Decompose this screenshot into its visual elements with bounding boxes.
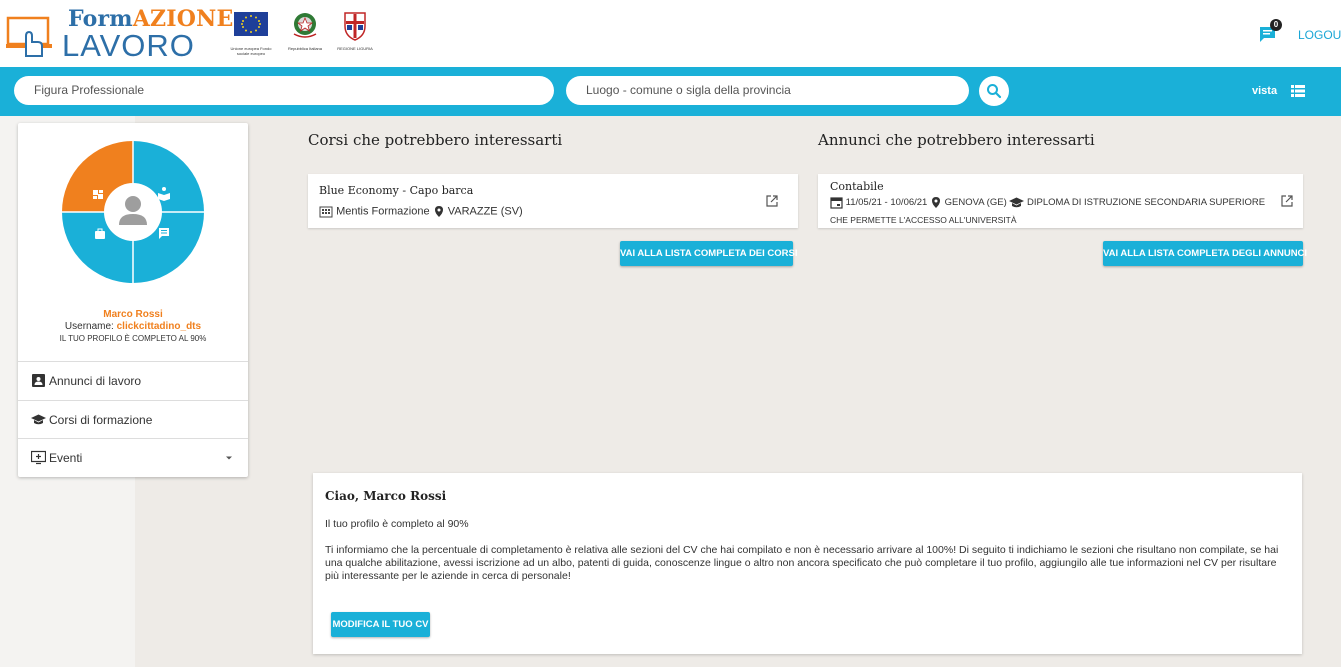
edit-cv-button[interactable]: MODIFICA IL TUO CV — [331, 612, 430, 637]
menu-item-annunci[interactable]: Annunci di lavoro — [18, 361, 248, 399]
regione-liguria-logo: REGIONE LIGURIA — [334, 10, 376, 58]
ad-title: Contabile — [830, 180, 884, 193]
menu-label-eventi: Eventi — [49, 451, 83, 465]
graduation-cap-icon — [1009, 197, 1025, 208]
logout-link[interactable]: LOGOUT — [1298, 28, 1341, 42]
event-screen-icon — [31, 450, 46, 465]
brand-bottom-text: LAVORO — [62, 28, 195, 63]
course-card[interactable]: Blue Economy - Capo barca Mentis Formazi… — [308, 174, 798, 228]
italian-republic-logo: Repubblica Italiana — [284, 10, 326, 58]
liguria-caption: REGIONE LIGURIA — [337, 46, 373, 51]
menu-item-corsi[interactable]: Corsi di formazione — [18, 400, 248, 438]
top-header: FormAZIONE LAVORO Unione europea Fondo s… — [0, 0, 1341, 67]
ad-card[interactable]: Contabile 11/05/21 - 10/06/21 GENOVA (GE… — [818, 174, 1303, 228]
eu-caption: Unione europea Fondo sociale europeo — [230, 46, 272, 56]
welcome-title: Ciao, Marco Rossi — [325, 489, 447, 503]
ads-section-title: Annunci che potrebbero interessarti — [818, 131, 1095, 149]
profile-card: Marco Rossi Username: clickcittadino_dts… — [18, 123, 248, 477]
calendar-icon — [830, 197, 843, 209]
course-provider: Mentis Formazione — [336, 205, 430, 218]
profile-wheel — [62, 141, 204, 283]
all-ads-button[interactable]: VAI ALLA LISTA COMPLETA DEGLI ANNUNCI — [1103, 241, 1307, 266]
formazione-lavoro-logo[interactable]: FormAZIONE LAVORO — [6, 6, 233, 63]
republic-emblem-icon — [293, 13, 317, 38]
courses-section-title: Corsi che potrebbero interessarti — [308, 131, 563, 149]
course-title: Blue Economy - Capo barca — [319, 184, 474, 197]
dashboard-icon — [93, 190, 103, 199]
graduation-cap-icon — [31, 414, 46, 425]
profile-username: Username: clickcittadino_dts — [64, 321, 202, 332]
notification-count-badge: 0 — [1270, 19, 1282, 31]
welcome-body: Ti informiamo che la percentuale di comp… — [325, 544, 1279, 582]
computer-hand-icon — [6, 16, 52, 57]
republic-caption: Repubblica Italiana — [287, 46, 323, 51]
menu-item-eventi[interactable]: Eventi — [18, 438, 248, 476]
ad-dates: 11/05/21 - 10/06/21 — [845, 197, 928, 209]
ad-location: GENOVA (GE) — [944, 197, 1007, 209]
search-icon — [987, 84, 1002, 99]
menu-label-annunci: Annunci di lavoro — [49, 374, 142, 388]
figura-professionale-input[interactable]: Figura Professionale — [14, 76, 554, 105]
building-icon — [319, 206, 333, 218]
luogo-input[interactable]: Luogo - comune o sigla della provincia — [566, 76, 969, 105]
open-external-icon[interactable] — [765, 194, 779, 208]
liguria-shield-icon — [344, 12, 366, 41]
profile-completion: IL TUO PROFILO È COMPLETO AL 90% — [59, 334, 207, 343]
welcome-subtitle: Il tuo profilo è completo al 90% — [325, 518, 469, 530]
ad-education-cont: CHE PERMETTE L'ACCESSO ALL'UNIVERSITÀ — [830, 215, 1017, 225]
welcome-card: Ciao, Marco Rossi Il tuo profilo è compl… — [313, 473, 1302, 654]
vista-label: vista — [1252, 85, 1278, 97]
menu-label-corsi: Corsi di formazione — [49, 413, 153, 427]
notifications-button[interactable]: 0 — [1258, 19, 1282, 44]
location-pin-icon — [434, 206, 443, 217]
institutional-logos: Unione europea Fondo sociale europeo Rep… — [230, 10, 380, 58]
course-meta: Mentis Formazione VARAZZE (SV) — [319, 205, 523, 218]
search-bar: Figura Professionale Luogo - comune o si… — [0, 67, 1341, 116]
profile-name: Marco Rossi — [103, 309, 163, 320]
eu-logo: Unione europea Fondo sociale europeo — [230, 10, 272, 58]
ad-meta: 11/05/21 - 10/06/21 GENOVA (GE) DIPLOMA … — [830, 196, 1265, 209]
location-pin-icon — [931, 197, 940, 208]
chevron-down-icon[interactable] — [225, 455, 233, 461]
open-external-icon[interactable] — [1280, 194, 1294, 208]
search-button[interactable] — [979, 76, 1009, 106]
contact-card-icon — [32, 374, 45, 387]
all-courses-button[interactable]: VAI ALLA LISTA COMPLETA DEI CORSI — [620, 241, 798, 266]
course-location: VARAZZE (SV) — [447, 205, 523, 218]
ad-education: DIPLOMA DI ISTRUZIONE SECONDARIA SUPERIO… — [1027, 197, 1266, 209]
eu-flag-icon — [234, 12, 268, 36]
list-view-icon[interactable] — [1290, 83, 1306, 99]
